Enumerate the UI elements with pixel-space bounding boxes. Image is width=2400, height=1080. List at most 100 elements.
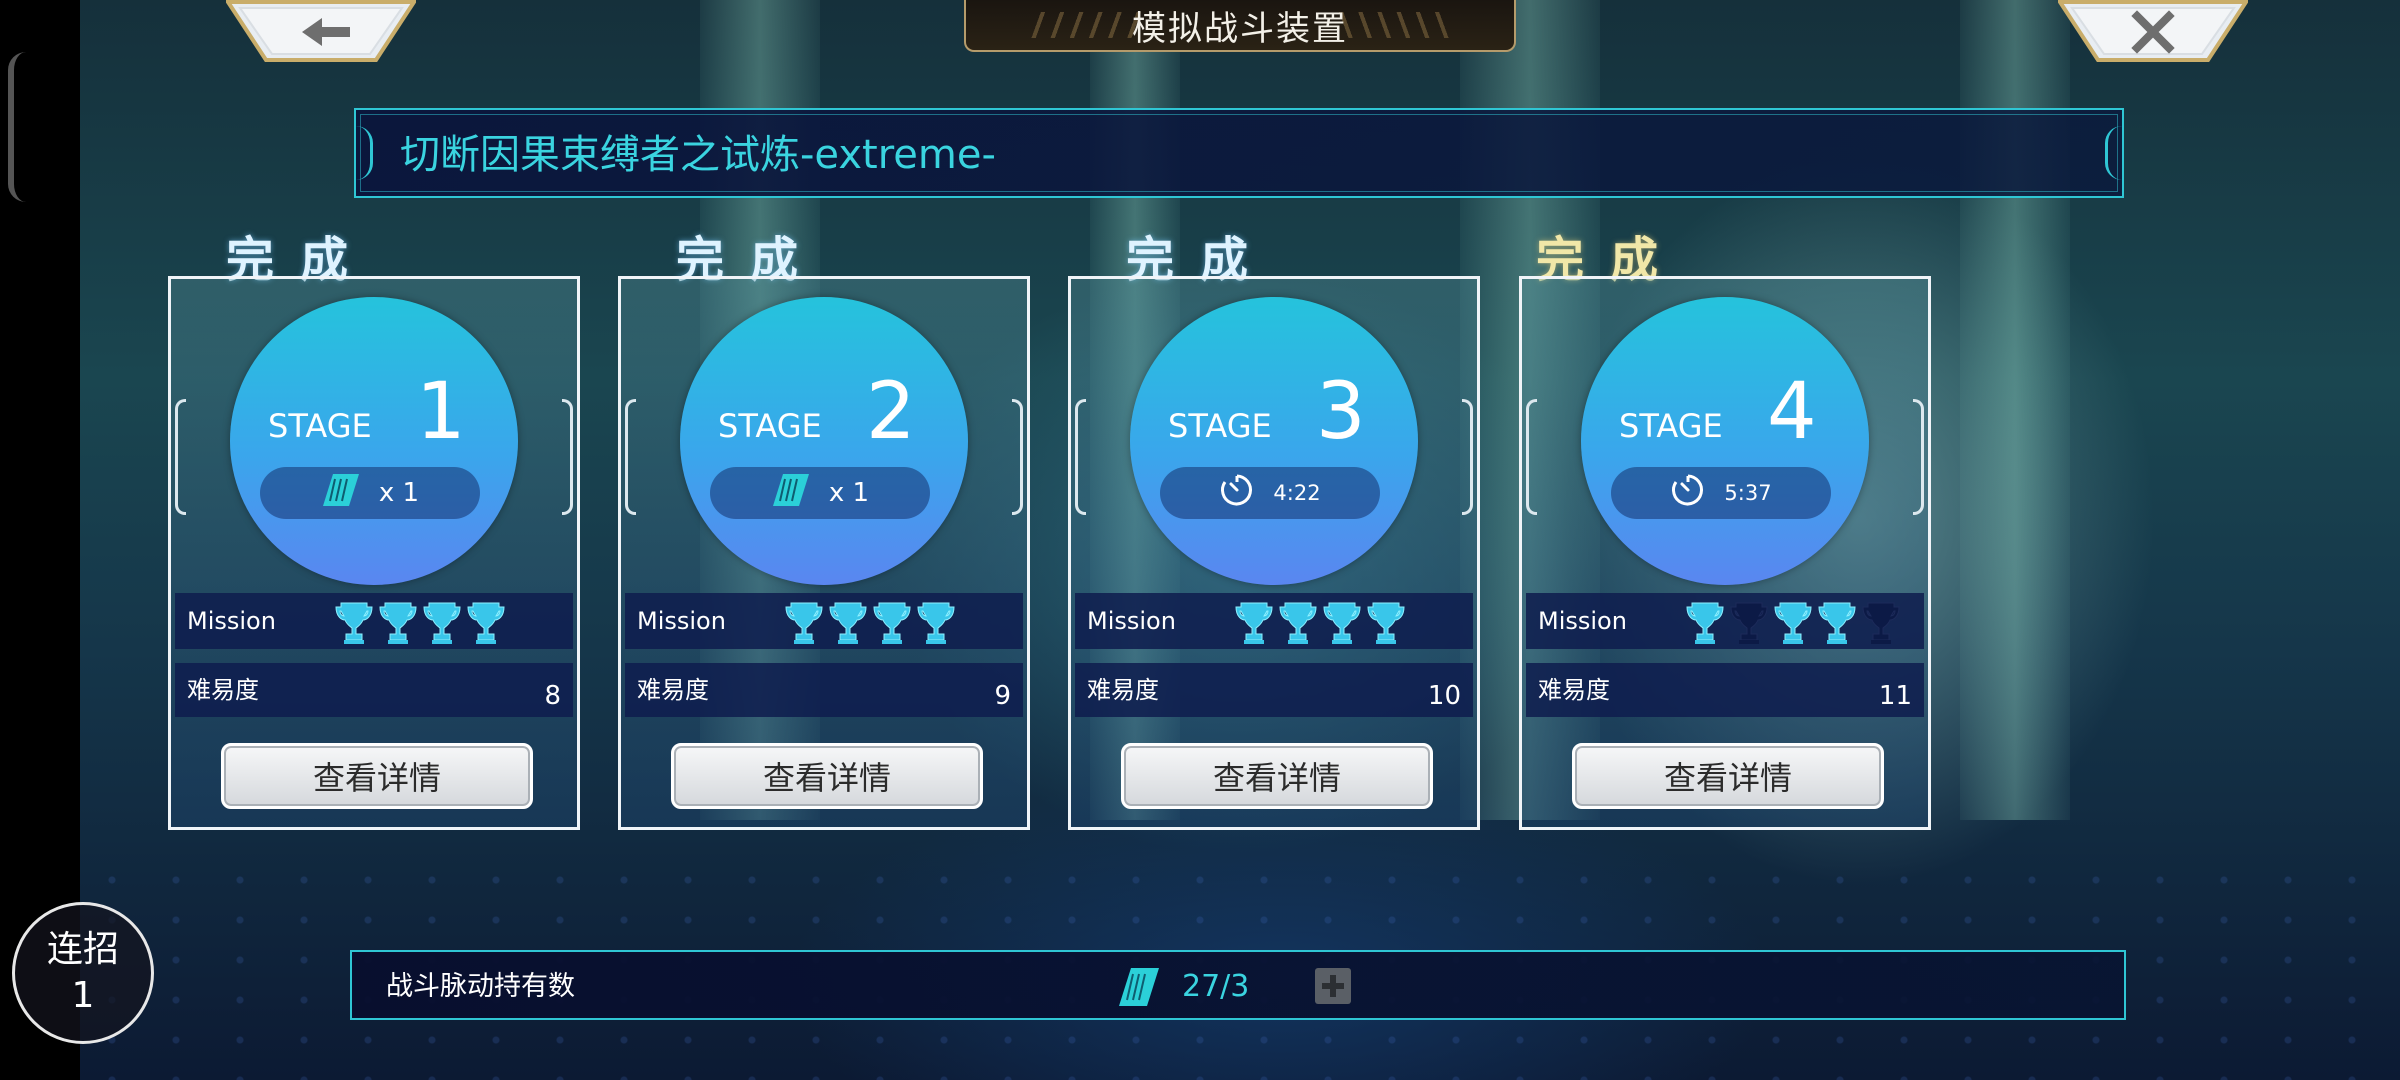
difficulty-row: 难易度 9 (625, 663, 1023, 717)
trophy-icon (379, 601, 417, 645)
trophy-icon (1367, 601, 1405, 645)
difficulty-value: 10 (1427, 681, 1461, 711)
trophy-icon (1774, 601, 1812, 645)
plus-icon[interactable] (1315, 968, 1351, 1004)
timer-icon (1670, 472, 1706, 515)
clear-time: 5:37 (1724, 481, 1772, 505)
difficulty-value: 8 (544, 681, 561, 711)
edge-handle (8, 52, 26, 202)
stage-card-2: STAGE 2 x 1 Mission 难易度 9 查看详情 (618, 276, 1030, 830)
screen-title: 模拟战斗装置 (1132, 8, 1348, 49)
quest-title: 切断因果束缚者之试炼-extreme- (400, 132, 996, 178)
mission-row: Mission (175, 593, 573, 649)
combo-label: 连招 (46, 929, 119, 970)
title-decoration (1026, 12, 1146, 38)
stage-label: STAGE (1168, 407, 1272, 445)
view-details-button[interactable]: 查看详情 (1121, 743, 1433, 809)
stage-card-1: STAGE 1 x 1 Mission 难易度 8 查看详情 (168, 276, 580, 830)
difficulty-label: 难易度 (637, 676, 709, 704)
back-arrow-icon (226, 0, 416, 62)
mission-label: Mission (1087, 607, 1176, 635)
trophy-icon (1279, 601, 1317, 645)
trophy-icon (335, 601, 373, 645)
trophy-icon (917, 601, 955, 645)
bracket-decoration (2105, 126, 2122, 180)
trophy-icon (1818, 601, 1856, 645)
battle-pulse-bar: 战斗脉动持有数 27/3 (350, 950, 2126, 1020)
stage-label: STAGE (718, 407, 822, 445)
card-edge-decoration (1012, 399, 1023, 515)
difficulty-value: 11 (1878, 681, 1912, 711)
mission-label: Mission (1538, 607, 1627, 635)
stage-label: STAGE (1619, 407, 1723, 445)
trophy-icon (1323, 601, 1361, 645)
difficulty-row: 难易度 8 (175, 663, 573, 717)
view-details-button[interactable]: 查看详情 (221, 743, 533, 809)
trophy-list (785, 601, 955, 645)
stage-badge: STAGE 1 x 1 (230, 297, 518, 585)
stage-cost-pill: 4:22 (1160, 467, 1380, 519)
difficulty-row: 难易度 11 (1526, 663, 1924, 717)
stage-badge: STAGE 4 5:37 (1581, 297, 1869, 585)
trophy-list (335, 601, 505, 645)
card-edge-decoration (562, 399, 573, 515)
battle-pulse-label: 战斗脉动持有数 (386, 971, 575, 1002)
screen-title-plate: 模拟战斗装置 (964, 0, 1516, 52)
stage-cost-pill: x 1 (260, 467, 480, 519)
clear-time: 4:22 (1273, 481, 1321, 505)
battle-pulse-count: 27/3 (1182, 969, 1250, 1004)
card-edge-decoration (175, 399, 186, 515)
timer-icon (1219, 472, 1255, 515)
mission-row: Mission (1075, 593, 1473, 649)
difficulty-value: 9 (994, 681, 1011, 711)
mission-row: Mission (625, 593, 1023, 649)
mission-label: Mission (637, 607, 726, 635)
trophy-list (1686, 601, 1900, 645)
trophy-icon (829, 601, 867, 645)
trophy-icon (1730, 601, 1768, 645)
card-edge-decoration (1526, 399, 1537, 515)
trophy-icon (873, 601, 911, 645)
trophy-icon (1862, 601, 1900, 645)
stage-label: STAGE (268, 407, 372, 445)
ticket-icon (321, 472, 361, 515)
trophy-icon (467, 601, 505, 645)
difficulty-label: 难易度 (187, 676, 259, 704)
back-button[interactable] (226, 0, 416, 62)
trophy-list (1235, 601, 1405, 645)
trophy-icon (1235, 601, 1273, 645)
ticket-icon (771, 472, 811, 515)
stage-number: 3 (1316, 367, 1366, 457)
ticket-icon (1117, 966, 1161, 1012)
stage-cost-pill: 5:37 (1611, 467, 1831, 519)
view-details-button[interactable]: 查看详情 (1572, 743, 1884, 809)
bracket-decoration (356, 126, 373, 180)
quest-title-bar: 切断因果束缚者之试炼-extreme- (354, 108, 2124, 198)
title-decoration (1334, 12, 1454, 38)
trophy-icon (1686, 601, 1724, 645)
mission-label: Mission (187, 607, 276, 635)
stage-badge: STAGE 2 x 1 (680, 297, 968, 585)
stage-number: 2 (866, 367, 916, 457)
combo-value: 1 (71, 975, 95, 1016)
difficulty-row: 难易度 10 (1075, 663, 1473, 717)
stage-number: 1 (416, 367, 466, 457)
stage-cost-pill: x 1 (710, 467, 930, 519)
difficulty-label: 难易度 (1538, 676, 1610, 704)
card-edge-decoration (1462, 399, 1473, 515)
card-edge-decoration (625, 399, 636, 515)
stage-card-4: STAGE 4 5:37 Mission 难易度 11 查看详情 (1519, 276, 1931, 830)
mission-row: Mission (1526, 593, 1924, 649)
view-details-button[interactable]: 查看详情 (671, 743, 983, 809)
card-edge-decoration (1913, 399, 1924, 515)
card-edge-decoration (1075, 399, 1086, 515)
combo-button[interactable]: 连招 1 (12, 902, 154, 1044)
close-icon (2058, 0, 2248, 62)
ticket-cost: x 1 (828, 478, 870, 508)
difficulty-label: 难易度 (1087, 676, 1159, 704)
trophy-icon (423, 601, 461, 645)
stage-badge: STAGE 3 4:22 (1130, 297, 1418, 585)
ticket-cost: x 1 (378, 478, 420, 508)
stage-card-3: STAGE 3 4:22 Mission 难易度 10 查看详情 (1068, 276, 1480, 830)
close-button[interactable] (2058, 0, 2248, 62)
